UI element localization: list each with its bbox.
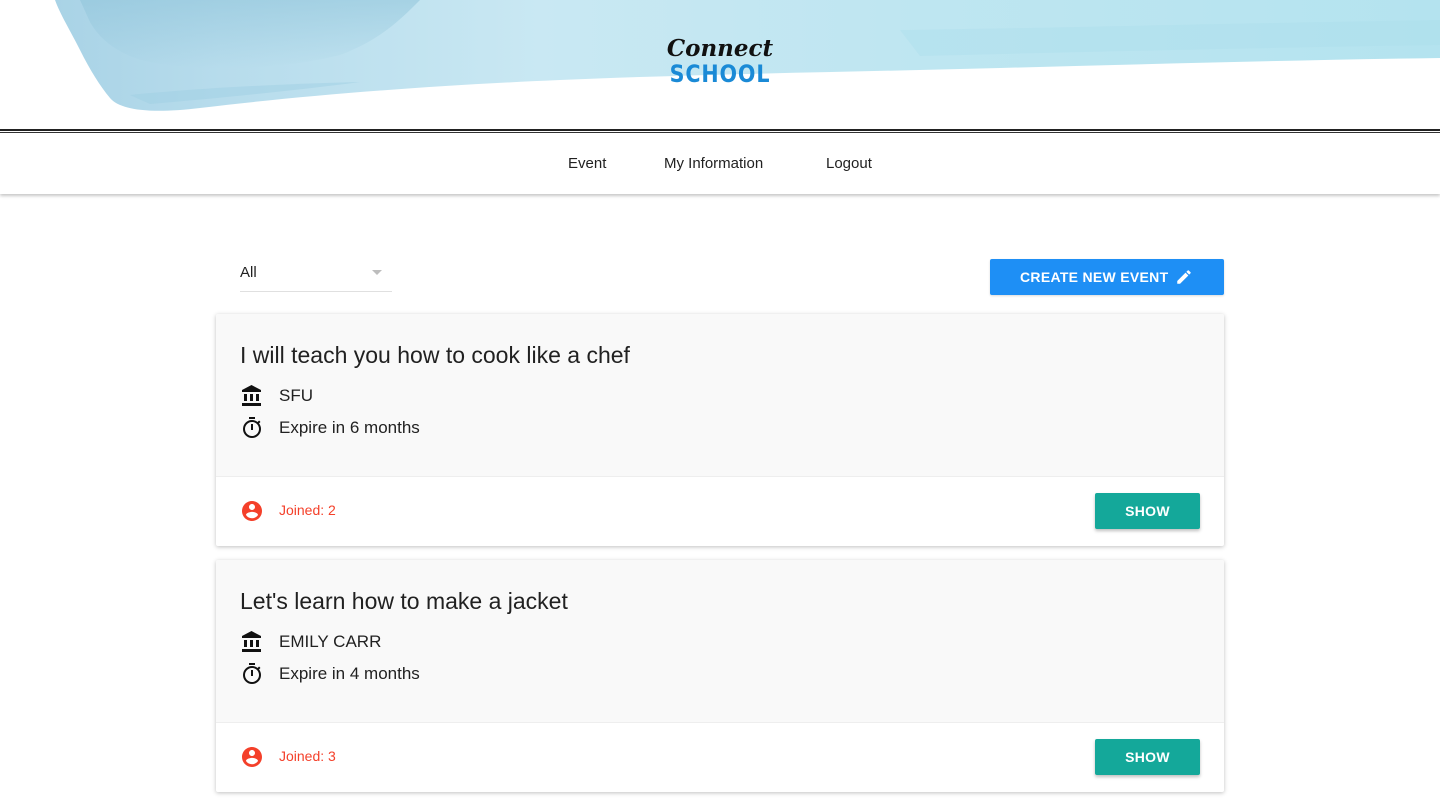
nav-item-event[interactable]: Event bbox=[568, 155, 606, 173]
event-filter-select[interactable]: All bbox=[240, 258, 392, 292]
event-expire: Expire in 4 months bbox=[279, 664, 420, 683]
joined-count: Joined: 2 bbox=[279, 502, 336, 518]
institution-icon bbox=[242, 631, 261, 652]
institution-icon bbox=[242, 385, 261, 406]
nav-item-logout[interactable]: Logout bbox=[826, 155, 872, 173]
show-event-button[interactable]: SHOW bbox=[1095, 493, 1200, 529]
event-card-footer: Joined: 2 SHOW bbox=[216, 477, 1224, 546]
joined-count: Joined: 3 bbox=[279, 748, 336, 764]
create-new-event-label: CREATE NEW EVENT bbox=[1020, 269, 1169, 285]
event-card: Let's learn how to make a jacket EMILY C… bbox=[216, 560, 1224, 792]
logo-wordmark-top: Connect bbox=[666, 35, 774, 62]
header-divider bbox=[0, 129, 1440, 131]
event-school: EMILY CARR bbox=[279, 632, 382, 651]
timer-icon bbox=[243, 417, 261, 438]
main-nav: Event My Information Logout bbox=[0, 133, 1440, 194]
event-title: Let's learn how to make a jacket bbox=[240, 588, 568, 614]
event-card-body: Let's learn how to make a jacket EMILY C… bbox=[216, 560, 1224, 723]
event-card-body: I will teach you how to cook like a chef… bbox=[216, 314, 1224, 477]
nav-item-my-information[interactable]: My Information bbox=[664, 155, 763, 173]
site-header: Connect SCHOOL bbox=[0, 0, 1440, 130]
pencil-icon bbox=[1177, 270, 1191, 284]
account-circle-icon bbox=[242, 501, 262, 521]
event-expire: Expire in 6 months bbox=[279, 418, 420, 437]
account-circle-icon bbox=[242, 747, 262, 767]
event-card: I will teach you how to cook like a chef… bbox=[216, 314, 1224, 546]
event-title: I will teach you how to cook like a chef bbox=[240, 342, 630, 368]
dropdown-arrow-icon bbox=[372, 270, 382, 275]
show-event-button[interactable]: SHOW bbox=[1095, 739, 1200, 775]
app-logo[interactable]: Connect SCHOOL bbox=[660, 35, 780, 88]
logo-wordmark-bottom: SCHOOL bbox=[669, 60, 771, 88]
event-card-footer: Joined: 3 SHOW bbox=[216, 723, 1224, 792]
create-new-event-button[interactable]: CREATE NEW EVENT bbox=[990, 259, 1224, 295]
timer-icon bbox=[243, 663, 261, 684]
filter-selected-value: All bbox=[240, 264, 257, 281]
event-school: SFU bbox=[279, 386, 313, 405]
